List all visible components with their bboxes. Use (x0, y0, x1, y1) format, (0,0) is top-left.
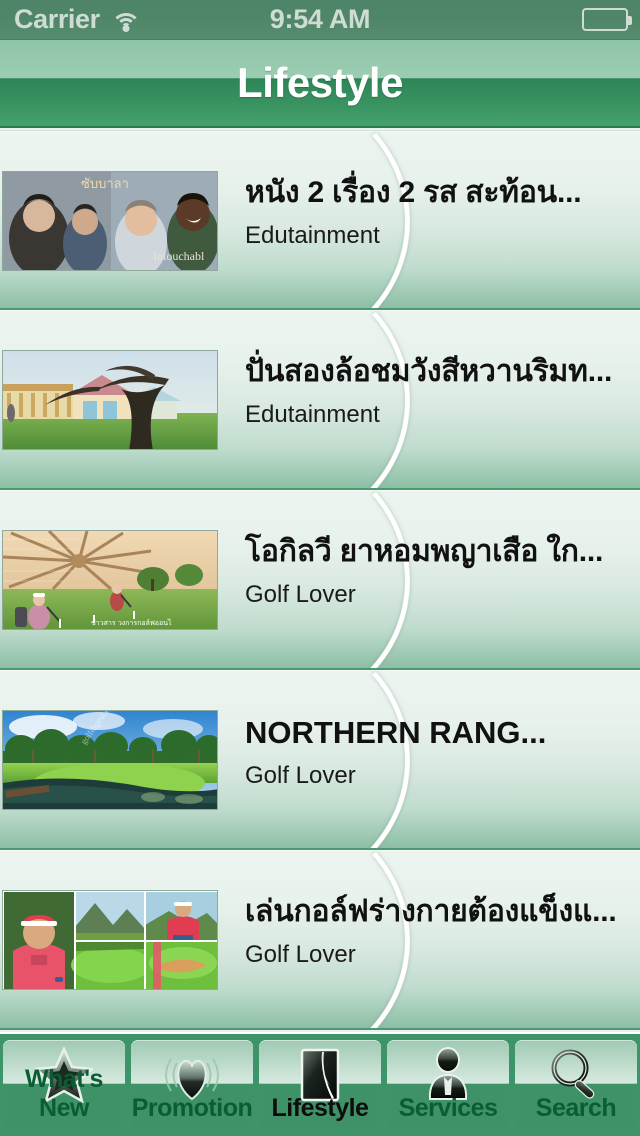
list-item[interactable]: เล่นกอล์ฟร่างกายต้องแข็งแ... Golf Lover (0, 850, 640, 1030)
tab-promotion[interactable]: Promotion (131, 1040, 253, 1132)
indoor-driving-range-thumbnail: ข่าวสาร วงการกอล์ฟออนไ (2, 530, 218, 630)
list-item-title: NORTHERN RANG... (245, 715, 547, 750)
list-item-text: โอกิลวี ยาหอมพญาเสือ ใก... Golf Lover (245, 534, 635, 610)
svg-text:ข่าวสาร วงการกอล์ฟออนไ: ข่าวสาร วงการกอล์ฟออนไ (91, 618, 172, 627)
palace-with-tree-thumbnail (2, 350, 218, 450)
lifestyle-article-list[interactable]: ซับบาลา Intouchabl หนัง 2 เรื่อง 2 รส สะ… (0, 130, 640, 1032)
tab-search[interactable]: Search (515, 1040, 637, 1132)
page-title: Lifestyle (237, 59, 403, 106)
tab-services[interactable]: Services (387, 1040, 509, 1132)
tab-label: What's New (25, 1065, 103, 1122)
list-item[interactable]: golfdigest.in NORTHERN RANG... Golf Love… (0, 670, 640, 850)
tab-label: Search (535, 1094, 617, 1122)
list-item-title: หนัง 2 เรื่อง 2 รส สะท้อน... (245, 176, 582, 209)
golfer-photo-grid-thumbnail (2, 890, 218, 990)
list-item-subtitle: Edutainment (245, 401, 380, 428)
status-bar: Carrier 9:54 AM (0, 0, 640, 40)
svg-text:Intouchabl: Intouchabl (153, 249, 205, 263)
list-item-text: ปั่นสองล้อชมวังสีหวานริมท... Edutainment (245, 354, 635, 430)
list-item-subtitle: Golf Lover (245, 941, 356, 968)
svg-text:ซับบาลา: ซับบาลา (81, 177, 129, 192)
status-bar-right (582, 8, 632, 31)
tab-label: Services (398, 1094, 498, 1122)
tab-label: Promotion (131, 1094, 253, 1122)
tab-bar: What's New Promotion Lifestyle Services … (0, 1032, 640, 1136)
tab-whats-new[interactable]: What's New (3, 1040, 125, 1132)
list-item-title: โอกิลวี ยาหอมพญาเสือ ใก... (245, 535, 604, 568)
tab-lifestyle[interactable]: Lifestyle (259, 1040, 381, 1132)
list-item[interactable]: ซับบาลา Intouchabl หนัง 2 เรื่อง 2 รส สะ… (0, 130, 640, 310)
list-item-title: ปั่นสองล้อชมวังสีหวานริมท... (245, 355, 613, 388)
app-screen: Carrier 9:54 AM Lifestyle ซับบาลา Intouc… (0, 0, 640, 1136)
list-item-subtitle: Edutainment (245, 222, 380, 249)
list-item-text: NORTHERN RANG... Golf Lover (245, 714, 635, 791)
list-item[interactable]: ปั่นสองล้อชมวังสีหวานริมท... Edutainment (0, 310, 640, 490)
list-item-title: เล่นกอล์ฟร่างกายต้องแข็งแ... (245, 895, 617, 928)
list-item-subtitle: Golf Lover (245, 581, 356, 608)
navigation-bar: Lifestyle (0, 40, 640, 128)
battery-icon (582, 8, 632, 31)
status-bar-clock: 9:54 AM (269, 4, 371, 34)
list-item-text: เล่นกอล์ฟร่างกายต้องแข็งแ... Golf Lover (245, 894, 635, 970)
list-item-text: หนัง 2 เรื่อง 2 รส สะท้อน... Edutainment (245, 175, 635, 251)
movie-poster-collage-thumbnail: ซับบาลา Intouchabl (2, 171, 218, 271)
list-item-subtitle: Golf Lover (245, 762, 356, 790)
tab-label: Lifestyle (271, 1094, 369, 1122)
list-item[interactable]: ข่าวสาร วงการกอล์ฟออนไ โอกิลวี ยาหอมพญาเ… (0, 490, 640, 670)
golf-course-water-thumbnail: golfdigest.in (2, 710, 218, 810)
